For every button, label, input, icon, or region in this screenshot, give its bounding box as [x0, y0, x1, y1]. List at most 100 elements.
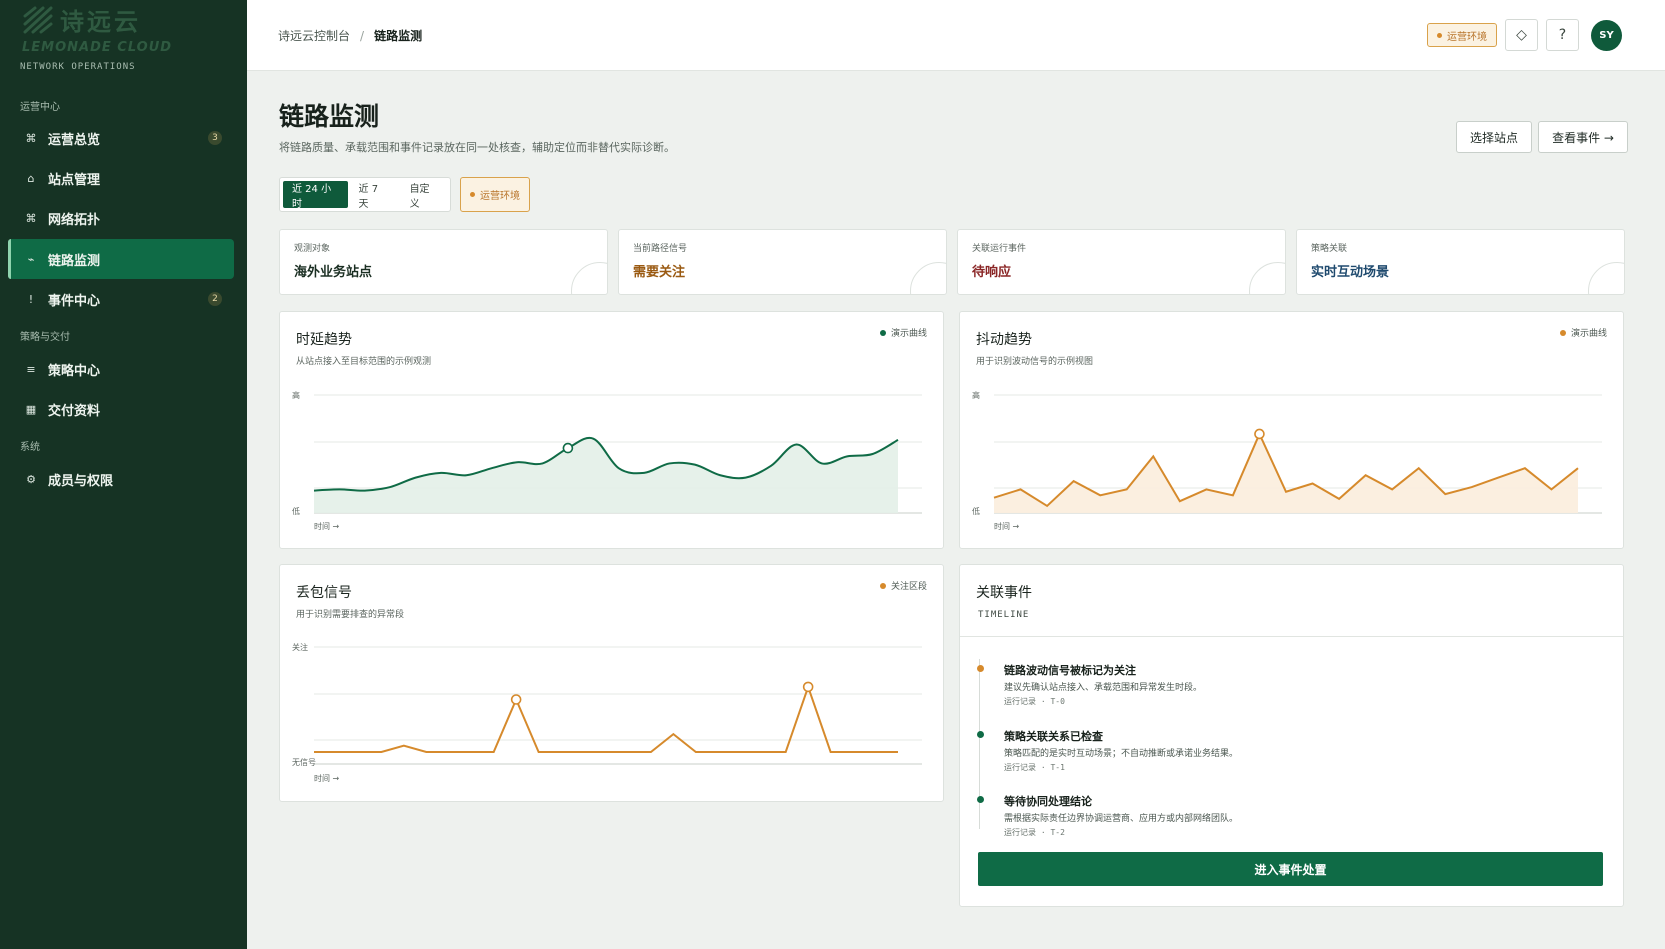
timeline-dot-icon	[977, 665, 984, 672]
highlight-point	[1254, 428, 1265, 440]
count-badge: 2	[208, 292, 222, 306]
x-axis-label: 时间 →	[994, 521, 1020, 531]
sidebar-item-delivery[interactable]: ▦ 交付资料	[8, 389, 234, 429]
y-axis-bottom-label: 无信号	[292, 757, 316, 767]
time-range-custom[interactable]: 自定义	[401, 181, 447, 210]
sidebar-item-policy-center[interactable]: ≡ 策略中心	[8, 349, 234, 389]
breadcrumb-current: 链路监测	[374, 29, 423, 43]
y-axis-top-label: 高	[292, 390, 300, 400]
count-badge: 3	[208, 131, 222, 145]
sidebar-item-label: 链路监测	[48, 253, 101, 269]
related-events-card: 关联事件 TIMELINE 链路波动信号被标记为关注 建议先确认站点接入、承载范…	[959, 564, 1624, 907]
timeline-item-meta: 运行记录 · T-1	[1004, 763, 1065, 772]
timeline-item-title: 链路波动信号被标记为关注	[1004, 664, 1136, 677]
decorative-arc	[571, 262, 607, 294]
env-badge: 运营环境	[1427, 23, 1497, 47]
highlight-point	[510, 694, 522, 705]
list-icon: ≡	[26, 362, 36, 376]
stat-label: 观测对象	[294, 244, 331, 254]
sidebar-item-sites[interactable]: ⌂ 站点管理	[8, 158, 234, 198]
latency-chart: 高 低 时间 →	[292, 390, 922, 531]
sidebar-item-label: 站点管理	[48, 172, 101, 188]
stat-label: 关联运行事件	[972, 244, 1027, 254]
stat-label: 当前路径信号	[633, 244, 688, 254]
stat-value: 待响应	[972, 265, 1012, 280]
pulse-icon: ⌁	[27, 252, 35, 266]
alert-icon: !	[28, 292, 34, 306]
select-site-button[interactable]: 选择站点	[1456, 121, 1532, 153]
env-badge-label: 运营环境	[1447, 31, 1487, 43]
timeline-track	[979, 659, 980, 829]
nav-section-system: 系统	[20, 442, 40, 453]
sidebar-item-members[interactable]: ⚙ 成员与权限	[8, 459, 234, 499]
timeline-item-meta: 运行记录 · T-2	[1004, 828, 1065, 837]
timeline-item-title: 策略关联关系已检查	[1004, 730, 1103, 743]
series-area	[994, 433, 1578, 513]
brand-subtitle: NETWORK OPERATIONS	[20, 62, 136, 72]
stat-card-target: 观测对象 海外业务站点	[279, 229, 608, 295]
timeline-subtitle: TIMELINE	[978, 610, 1030, 620]
y-axis-top-label: 高	[972, 390, 980, 400]
sidebar-item-topology[interactable]: ⌘ 网络拓扑	[8, 198, 234, 238]
timeline-dot-icon	[977, 796, 984, 803]
timeline-item-desc: 建议先确认站点接入、承载范围和异常发生时段。	[1004, 683, 1203, 693]
help-button[interactable]: ?	[1546, 19, 1579, 51]
sidebar-item-events[interactable]: ! 事件中心 2	[8, 279, 234, 319]
stat-value: 实时互动场景	[1311, 265, 1390, 280]
page-title: 链路监测	[279, 102, 380, 131]
home-icon: ⌂	[27, 171, 35, 185]
x-axis-label: 时间 →	[314, 773, 340, 783]
document-icon: ▦	[25, 402, 37, 416]
time-range-24h[interactable]: 近 24 小时	[283, 181, 348, 210]
command-icon: ⌘	[25, 131, 37, 145]
view-events-button[interactable]: 查看事件 →	[1538, 121, 1628, 153]
timeline-item-desc: 策略匹配的是实时互动场景；不自动推断或承诺业务结果。	[1004, 749, 1239, 759]
y-axis-top-label: 关注	[292, 642, 308, 652]
stat-value: 需要关注	[633, 265, 686, 280]
nav-section-policy: 策略与交付	[20, 332, 70, 343]
jitter-chart-card: 抖动趋势 用于识别波动信号的示例视图 演示曲线 高 低 时间 →	[959, 311, 1624, 549]
diamond-icon: ◇	[1516, 27, 1527, 43]
stat-value: 海外业务站点	[294, 265, 373, 280]
timeline-dot-icon	[977, 731, 984, 738]
y-axis-bottom-label: 低	[972, 506, 980, 516]
breadcrumb-separator: /	[360, 28, 365, 43]
env-tag-label: 运营环境	[480, 191, 520, 202]
help-icon: ?	[1558, 27, 1567, 43]
breadcrumb-root[interactable]: 诗远云控制台	[278, 27, 350, 44]
y-axis-bottom-label: 低	[292, 506, 300, 516]
timeline-title: 关联事件	[976, 585, 1032, 601]
gear-icon: ⚙	[26, 472, 36, 486]
decorative-arc	[910, 262, 946, 294]
timeline-item-desc: 需根据实际责任边界协调运营商、应用方或内部网络团队。	[1004, 814, 1239, 824]
stat-label: 策略关联	[1311, 244, 1348, 254]
brand-name-cn: 诗远云	[60, 8, 141, 36]
sidebar-item-label: 成员与权限	[48, 473, 114, 489]
breadcrumb: 诗远云控制台 / 链路监测	[278, 27, 422, 44]
series-area	[314, 437, 898, 513]
latency-chart-card: 时延趋势 从站点接入至目标范围的示例观测 演示曲线 高 低 时间 →	[279, 311, 944, 549]
sidebar: 诗远云 LEMONADE CLOUD NETWORK OPERATIONS 运营…	[0, 0, 247, 949]
timeline-item-title: 等待协同处理结论	[1004, 795, 1092, 808]
series-line	[314, 683, 898, 753]
sidebar-item-link-monitoring[interactable]: ⌁ 链路监测	[8, 239, 234, 279]
timeline-item-meta: 运行记录 · T-0	[1004, 697, 1065, 706]
topbar: 诗远云控制台 / 链路监测 运营环境 ◇ ? SY	[247, 0, 1665, 71]
command-icon: ⌘	[25, 211, 37, 225]
brand-logo-icon	[23, 6, 53, 33]
status-dot-icon	[470, 192, 475, 197]
jitter-chart: 高 低 时间 →	[972, 390, 1602, 531]
brand-name-en: LEMONADE CLOUD	[22, 40, 173, 55]
sidebar-item-label: 运营总览	[48, 132, 101, 148]
brand[interactable]: 诗远云 LEMONADE CLOUD	[22, 2, 172, 55]
sidebar-item-label: 策略中心	[48, 363, 101, 379]
time-range-7d[interactable]: 近 7 天	[350, 181, 399, 210]
diamond-button[interactable]: ◇	[1505, 19, 1538, 51]
avatar[interactable]: SY	[1591, 20, 1622, 51]
sidebar-item-label: 事件中心	[48, 293, 101, 309]
decorative-arc	[1588, 262, 1624, 294]
x-axis-label: 时间 →	[314, 521, 340, 531]
sidebar-item-overview[interactable]: ⌘ 运营总览 3	[8, 118, 234, 158]
enter-incident-button[interactable]: 进入事件处置	[978, 852, 1603, 886]
time-range-segmented: 近 24 小时 近 7 天 自定义	[279, 177, 451, 212]
